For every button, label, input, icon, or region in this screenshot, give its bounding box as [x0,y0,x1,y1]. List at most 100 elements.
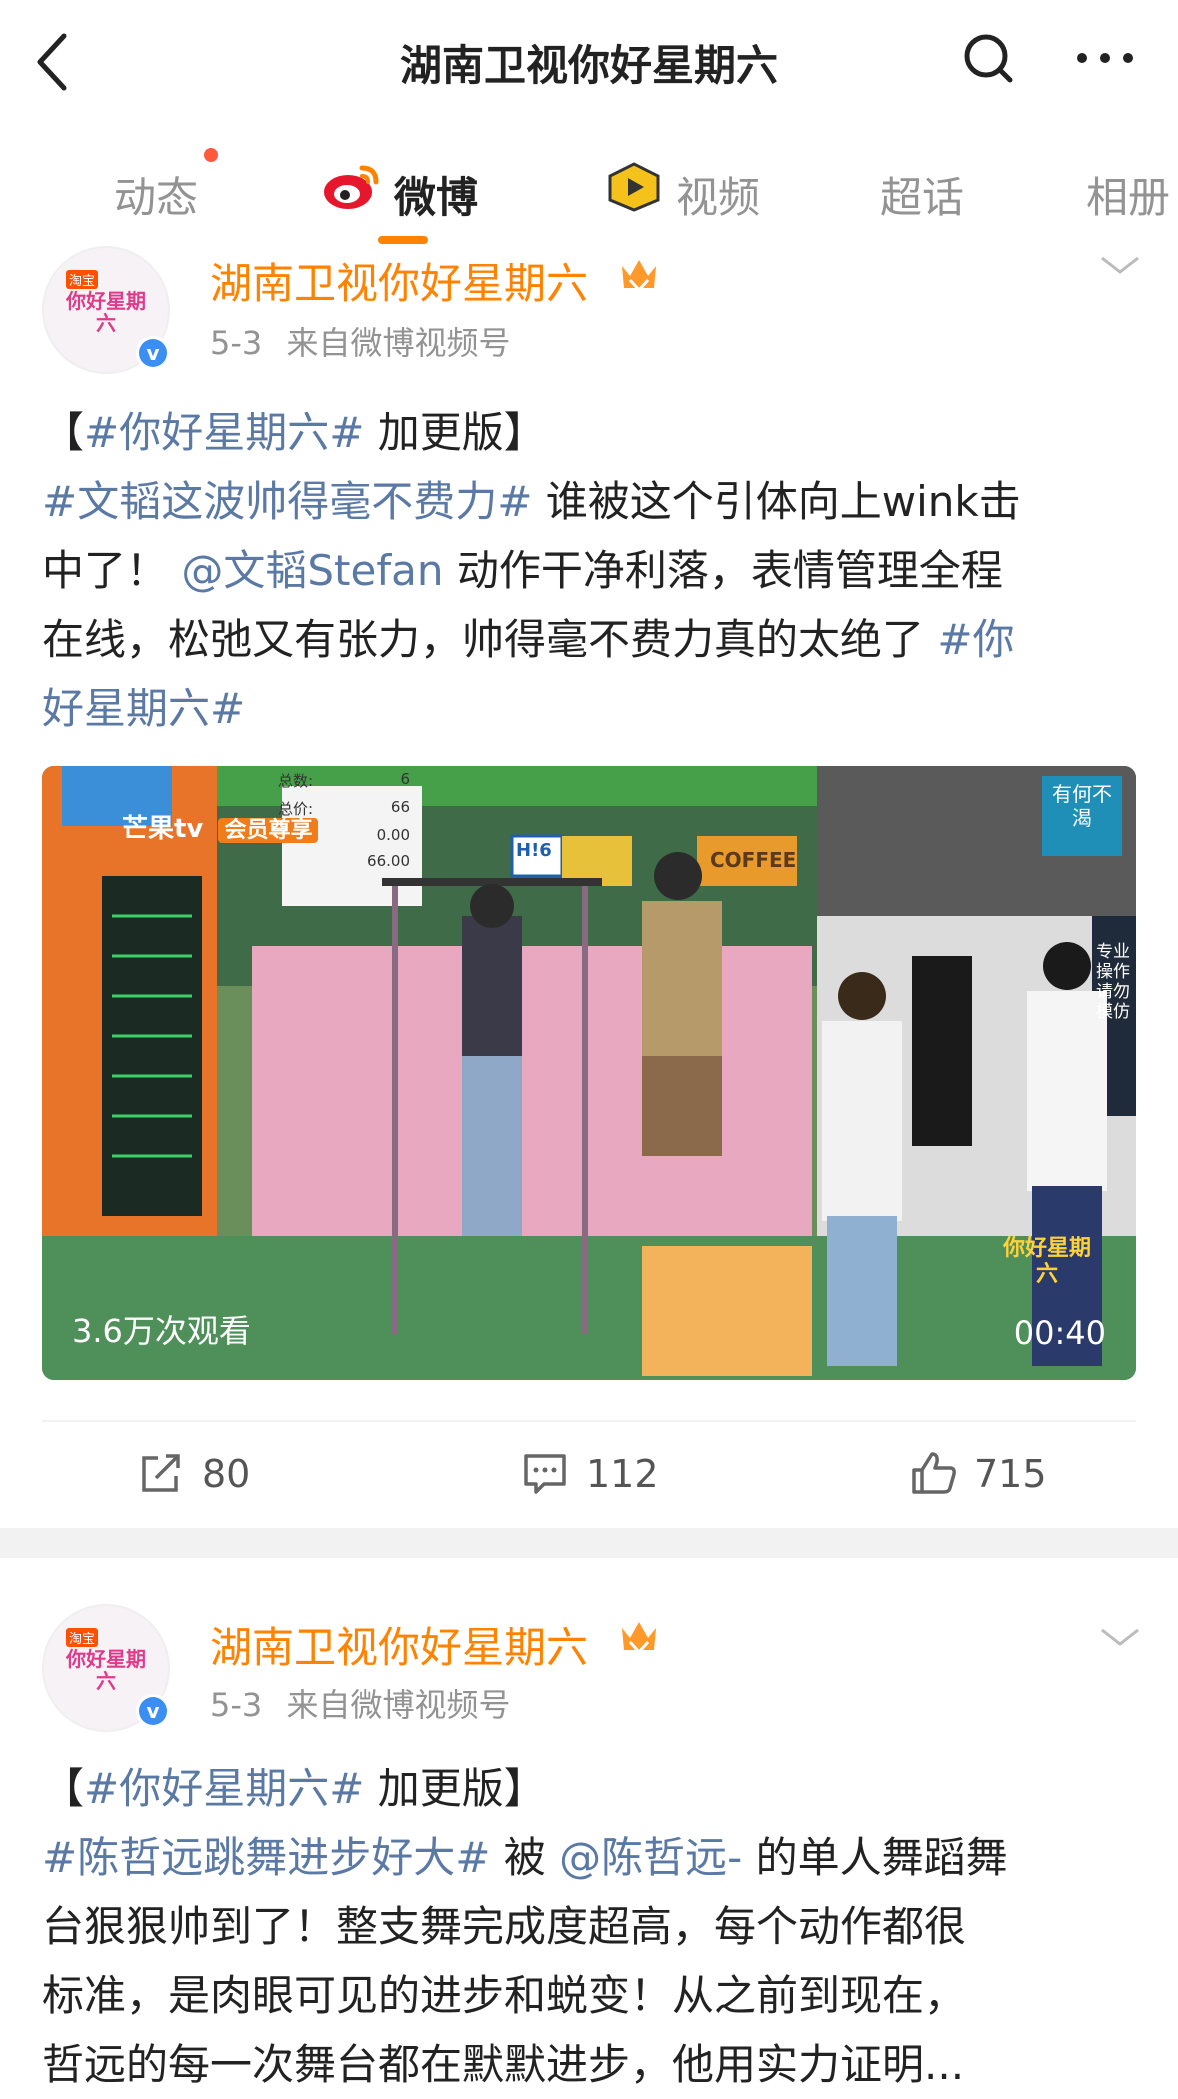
tab-label: 视频 [676,173,761,222]
more-icon [1077,53,1133,63]
body-text-segment: 被 [490,1833,560,1882]
hashtag-link[interactable]: #你好星期六# [84,408,364,457]
post-source: 来自微博视频号 [286,1686,511,1724]
mango-text: 芒果tv [122,814,204,844]
body-text-segment: 在线，松弛又有张力，帅得毫不费力真的太绝了 [42,615,938,664]
scene-corner-text: 有何不渴 [1052,782,1112,830]
tab-dynamics[interactable]: 动态 [114,164,198,225]
divider [42,1420,1136,1422]
repost-button[interactable]: 80 [138,1450,298,1500]
hashtag-link[interactable]: #陈哲远跳舞进步好大# [42,1833,490,1882]
receipt-text: 总数: 总价: 6 66 0.00 66.00 [278,766,418,902]
body-text-segment: 的单人舞蹈舞 [742,1833,1008,1882]
crown-icon [622,260,656,293]
chevron-down-icon[interactable] [1098,254,1142,278]
tab-album[interactable]: 相册 [1086,164,1170,225]
receipt-label: 总数: [278,772,314,790]
body-line: 标准，是肉眼可见的进步和蜕变！从之前到现在， [42,1961,1152,2030]
top-bar: 湖南卫视你好星期六 [0,0,1178,123]
mention-link[interactable]: @陈哲远- [559,1833,742,1882]
body-text-segment: 标准，是肉眼可见的进步和蜕变！从之前到现在， [42,1971,967,2020]
comment-button[interactable]: 112 [522,1450,692,1500]
verified-badge: v [136,1694,170,1728]
hashtag-link[interactable]: 好星期六# [42,684,245,733]
like-button[interactable]: 715 [910,1450,1080,1500]
weibo-logo-icon [324,165,379,209]
post-body: 【#你好星期六# 加更版】 #文韬这波帅得毫不费力# 谁被这个引体向上wink击中… [42,398,1152,743]
body-line: 在线，松弛又有张力，帅得毫不费力真的太绝了 #你 [42,605,1152,674]
body-text-segment: 【 [42,1764,85,1813]
avatar-small-text: 淘宝 [66,1628,99,1647]
post-date: 5-3 [210,324,263,362]
view-count: 3.6万次观看 [72,1312,251,1350]
body-text-segment: 加更版】 [364,1764,546,1813]
tab-label: 超话 [880,173,965,222]
post-date: 5-3 [210,1686,263,1724]
body-line: 中了！ @文韬Stefan 动作干净利落，表情管理全程 [42,536,1152,605]
post-separator [0,1528,1178,1558]
chevron-down-icon[interactable] [1098,1626,1142,1650]
scene-coffee: COFFEE [710,848,797,872]
verified-badge: v [136,336,170,370]
body-line: 好星期六# [42,674,1152,743]
video-frame [42,766,1136,1380]
search-icon [964,34,1013,83]
tab-label: 相册 [1086,173,1171,222]
more-button[interactable] [1072,38,1138,78]
scene-side-note: 专业操作 请勿模仿 [1096,942,1130,1022]
avatar-text: 你好星期六 [66,1647,146,1693]
body-line: #陈哲远跳舞进步好大# 被 @陈哲远- 的单人舞蹈舞 [42,1823,1152,1892]
author-name[interactable]: 湖南卫视你好星期六 [210,250,588,311]
receipt-value: 66 [390,798,410,816]
body-text-segment: 【 [42,408,85,457]
tab-label: 微博 [394,173,479,222]
post-meta: 5-3 来自微博视频号 [210,1680,510,1726]
body-line: 【#你好星期六# 加更版】 [42,398,1152,467]
scene-sign: H!6 [516,840,552,861]
avatar-logo: 淘宝 你好星期六 [60,1628,152,1704]
avatar-logo: 淘宝 你好星期六 [60,270,152,346]
notification-dot [204,148,218,162]
repost-icon [142,1454,180,1492]
profile-tabs: 动态 微博 视频 超话 相册 [0,122,1178,258]
verified-icon: v [139,339,167,367]
avatar-small-text: 淘宝 [66,270,99,289]
receipt-value: 6 [400,770,410,788]
author-name[interactable]: 湖南卫视你好星期六 [210,1614,588,1675]
body-text-segment: 中了！ [42,546,182,595]
like-icon [912,1452,956,1494]
body-text-segment: 加更版】 [364,408,546,457]
video-icon [608,162,660,212]
post-body: 【#你好星期六# 加更版】 #陈哲远跳舞进步好大# 被 @陈哲远- 的单人舞蹈舞台… [42,1754,1152,2099]
post-meta: 5-3 来自微博视频号 [210,318,510,364]
post-card: 淘宝 你好星期六 v 湖南卫视你好星期六 5-3 来自微博视频号 【#你好星期六… [0,1558,1178,2099]
show-logo: 你好星期六 [1002,1236,1091,1287]
receipt-value: 0.00 [376,826,410,844]
comment-count: 112 [586,1452,659,1496]
post-source: 来自微博视频号 [286,324,511,362]
active-tab-indicator [378,236,428,244]
body-text-segment: 谁被这个引体向上wink击 [532,477,1021,526]
hashtag-link[interactable]: #文韬这波帅得毫不费力# [42,477,532,526]
avatar-text: 你好星期六 [66,289,146,335]
repost-count: 80 [202,1452,251,1496]
verified-icon: v [139,1697,167,1725]
body-line: 哲远的每一次舞台都在默默进步，他用实力证明... [42,2030,1152,2099]
body-text-segment: 动作干净利落，表情管理全程 [443,546,1003,595]
receipt-label: 总价: [278,800,314,818]
hashtag-link[interactable]: #你好星期六# [84,1764,364,1813]
tab-label: 动态 [114,173,199,222]
post-card: 淘宝 你好星期六 v 湖南卫视你好星期六 5-3 来自微博视频号 【#你好星期六… [0,246,1178,1526]
mention-link[interactable]: @文韬Stefan [181,546,443,595]
receipt-value: 66.00 [367,852,410,870]
hashtag-link[interactable]: #你 [937,615,1014,664]
like-count: 715 [974,1452,1047,1496]
search-button[interactable] [960,30,1016,90]
body-text-segment: 哲远的每一次舞台都在默默进步，他用实力证明... [42,2040,965,2089]
comment-icon [524,1454,566,1494]
video-player[interactable]: 芒果tv 会员尊享 总数: 总价: 6 66 0.00 66.00 H!6 CO… [42,766,1136,1380]
tab-supertopic[interactable]: 超话 [880,164,964,225]
body-text-segment: 台狠狠帅到了！整支舞完成度超高，每个动作都很 [42,1902,967,1951]
video-duration: 00:40 [1013,1314,1106,1352]
body-line: #文韬这波帅得毫不费力# 谁被这个引体向上wink击 [42,467,1152,536]
